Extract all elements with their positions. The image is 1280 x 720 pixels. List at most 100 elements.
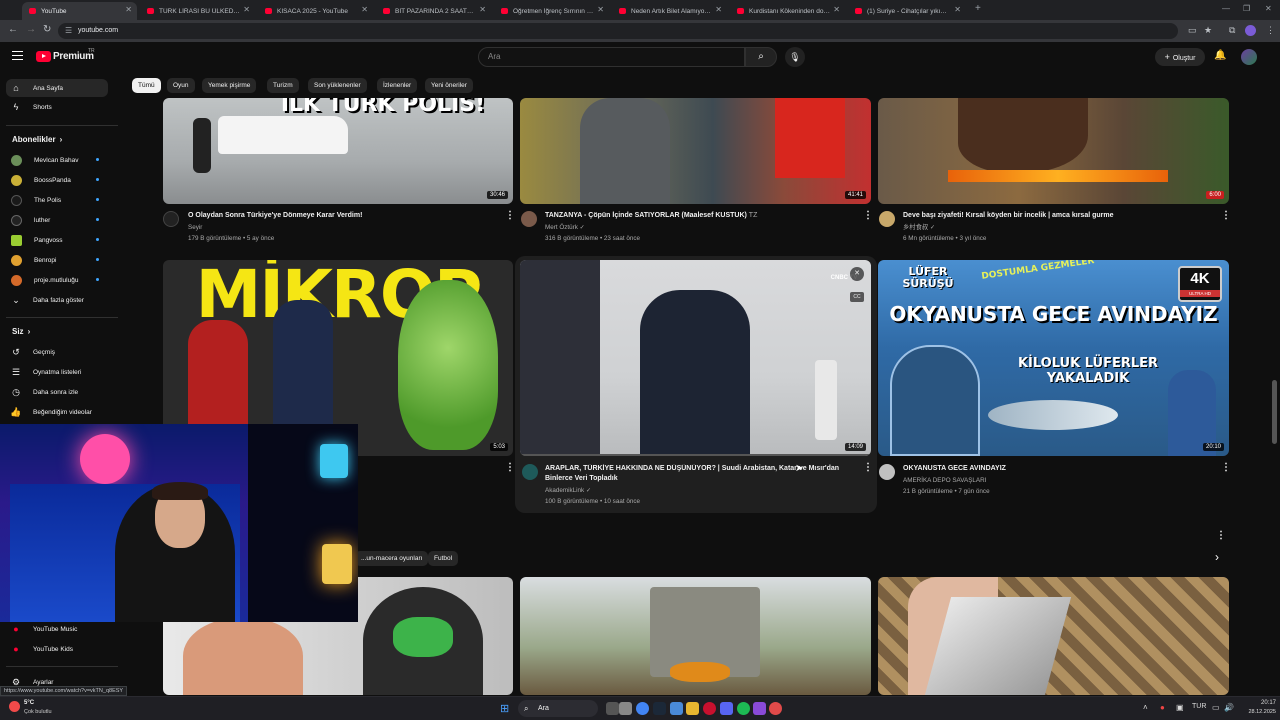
browser-menu-icon[interactable]: ⋮ [1266, 25, 1275, 36]
windows-start-icon[interactable]: ⊞ [500, 702, 509, 715]
sidebar-item-youtube-kids[interactable]: ● YouTube Kids [6, 640, 108, 658]
channel-name[interactable]: AMERİKA DEPO SAVAŞLARI [903, 475, 986, 486]
search-input[interactable]: Ara [478, 47, 745, 67]
search-button[interactable]: ⌕ [745, 47, 777, 67]
close-tab-icon[interactable]: ✕ [125, 5, 132, 14]
sidebar-item-subscription[interactable]: luther [6, 211, 108, 229]
menu-hamburger-icon[interactable] [12, 51, 23, 60]
sidebar-item-subscription[interactable]: Benropi [6, 251, 108, 269]
chrome-icon[interactable] [636, 702, 649, 715]
clock-time[interactable]: 20:17 [1242, 700, 1276, 706]
app-icon[interactable] [753, 702, 766, 715]
close-window-icon[interactable]: ✕ [1265, 4, 1272, 13]
youtube-logo-icon[interactable] [36, 51, 51, 62]
clock-date[interactable]: 28.12.2025 [1240, 709, 1276, 715]
sidebar-item-youtube-music[interactable]: ● YouTube Music [6, 620, 108, 638]
url-field[interactable]: ☰ youtube.com [58, 23, 1178, 39]
sidebar-item-playlists[interactable]: ☰ Oynatma listeleri [6, 363, 108, 381]
notifications-bell-icon[interactable]: 🔔 [1214, 50, 1226, 61]
video-thumbnail[interactable]: CNBC TV ✕ CC 14:09 [520, 260, 871, 456]
browser-tab[interactable]: KISACA 2025 - YouTube ✕ [258, 2, 373, 20]
video-thumbnail[interactable] [878, 577, 1229, 695]
video-title[interactable]: ARAPLAR, TÜRKİYE HAKKINDA NE DÜŞÜNÜYOR? … [545, 464, 860, 484]
close-tab-icon[interactable]: ✕ [243, 5, 250, 14]
bookmark-star-icon[interactable]: ★ [1204, 25, 1212, 36]
browser-tab[interactable]: (1) Suriye - Cihatçılar yıkımdan ✕ [848, 2, 966, 20]
opera-icon[interactable] [703, 702, 716, 715]
sidebar-item-shorts[interactable]: ϟ Shorts [6, 98, 108, 116]
more-actions-icon[interactable]: ⋮ [505, 462, 515, 473]
network-icon[interactable]: ▭ [1212, 703, 1220, 712]
video-thumbnail[interactable]: LÜFER SÜRÜŞÜ DOSTUMLA GEZMELER 4K ULTRA H… [878, 260, 1229, 456]
sidebar-item-history[interactable]: ↺ Geçmiş [6, 343, 108, 361]
cast-icon[interactable]: ▭ [1188, 25, 1197, 36]
sidebar-item-subscription[interactable]: proje.mutluluğu [6, 271, 108, 289]
channel-avatar[interactable] [522, 464, 538, 480]
sidebar-item-subscription[interactable]: Pangvoss [6, 231, 108, 249]
weather-icon[interactable] [9, 701, 20, 712]
chip-tourism[interactable]: Turizm [267, 78, 299, 93]
video-thumbnail[interactable]: İLK TÜRK POLİS! 30:46 [163, 98, 513, 204]
captions-icon[interactable]: CC [850, 292, 864, 302]
mute-icon[interactable]: ✕ [850, 267, 864, 281]
chip-new-to-you[interactable]: Yeni öneriler [425, 78, 473, 93]
input-language[interactable]: TUR [1192, 703, 1206, 710]
channel-avatar[interactable] [879, 464, 895, 480]
file-explorer-icon[interactable] [686, 702, 699, 715]
browser-tab[interactable]: Kurdistanı Kökeninden dos Esas✕ [730, 2, 845, 20]
new-tab-button[interactable]: + [975, 3, 981, 14]
close-tab-icon[interactable]: ✕ [361, 5, 368, 14]
task-view-icon[interactable] [606, 702, 619, 715]
forward-icon[interactable]: → [26, 24, 36, 35]
reload-icon[interactable]: ↻ [43, 24, 51, 35]
chevron-up-icon[interactable]: ˄ [1143, 703, 1148, 712]
sidebar-item-home[interactable]: ⌂ Ana Sayfa [6, 79, 108, 97]
voice-search-button[interactable]: 🎙 [785, 47, 805, 67]
spotify-icon[interactable] [737, 702, 750, 715]
video-title[interactable]: O Olaydan Sonra Türkiye'ye Dönmeye Karar… [188, 211, 498, 221]
chip-gaming[interactable]: Oyun [167, 78, 195, 93]
sidebar-show-more[interactable]: ⌄ Daha fazla göster [6, 291, 108, 309]
channel-avatar[interactable] [521, 211, 537, 227]
browser-tab[interactable]: Neden Artık Bilet Alamıyoruz? - ✕ [612, 2, 727, 20]
video-thumbnail[interactable]: 6:00 [878, 98, 1229, 204]
app-icon[interactable] [619, 702, 632, 715]
close-tab-icon[interactable]: ✕ [954, 5, 961, 14]
video-thumbnail[interactable]: 41:41 [520, 98, 871, 204]
more-actions-icon[interactable]: ⋮ [505, 210, 515, 221]
video-thumbnail[interactable] [520, 577, 871, 695]
more-actions-icon[interactable]: ⋮ [863, 462, 873, 473]
tray-app-icon[interactable]: ● [1160, 703, 1165, 712]
chip-cooking[interactable]: Yemek pişirme [202, 78, 257, 93]
browser-tab[interactable]: YouTube ✕ [22, 2, 137, 20]
topic-chip[interactable]: ...un-macera oyunları [355, 551, 429, 566]
more-actions-icon[interactable]: ⋮ [863, 210, 873, 221]
minimize-icon[interactable]: — [1222, 4, 1230, 13]
browser-tab[interactable]: TÜRK LİRASI BU ÜLKEDE ÇOK DEĞERLİ✕ [140, 2, 255, 20]
close-tab-icon[interactable]: ✕ [833, 5, 840, 14]
back-icon[interactable]: ← [8, 24, 18, 35]
close-tab-icon[interactable]: ✕ [597, 5, 604, 14]
sidebar-item-watch-later[interactable]: ◷ Daha sonra izle [6, 383, 108, 401]
video-title[interactable]: OKYANUSTA GECE AVINDAYIZ [903, 464, 1218, 474]
app-icon[interactable] [769, 702, 782, 715]
volume-icon[interactable]: 🔊 [1224, 703, 1234, 712]
app-icon[interactable] [670, 702, 683, 715]
create-button[interactable]: + Oluştur [1155, 48, 1205, 66]
channel-avatar[interactable] [163, 211, 179, 227]
page-scrollbar-thumb[interactable] [1272, 380, 1277, 444]
browser-tab[interactable]: BİT PAZARINDA 2 SAATTE NASIL✕ [376, 2, 491, 20]
chip-watched[interactable]: İzlenenler [377, 78, 418, 93]
section-more-icon[interactable]: ⋮ [1216, 530, 1226, 541]
tray-app-icon[interactable]: ▣ [1176, 703, 1184, 712]
channel-name[interactable]: Seyir [188, 222, 202, 233]
topic-chip[interactable]: Futbol [428, 551, 459, 566]
maximize-icon[interactable]: ❐ [1243, 4, 1250, 13]
site-info-icon[interactable]: ☰ [65, 23, 72, 39]
chevron-right-icon[interactable]: › [1215, 550, 1219, 564]
sidebar-item-subscription[interactable]: Mevlcan Bahav [6, 151, 108, 169]
extensions-icon[interactable]: ⧉ [1229, 25, 1235, 36]
sidebar-item-subscription[interactable]: BoossPanda [6, 171, 108, 189]
channel-avatar[interactable] [879, 211, 895, 227]
taskbar-search[interactable]: ⌕ Ara [518, 700, 598, 717]
